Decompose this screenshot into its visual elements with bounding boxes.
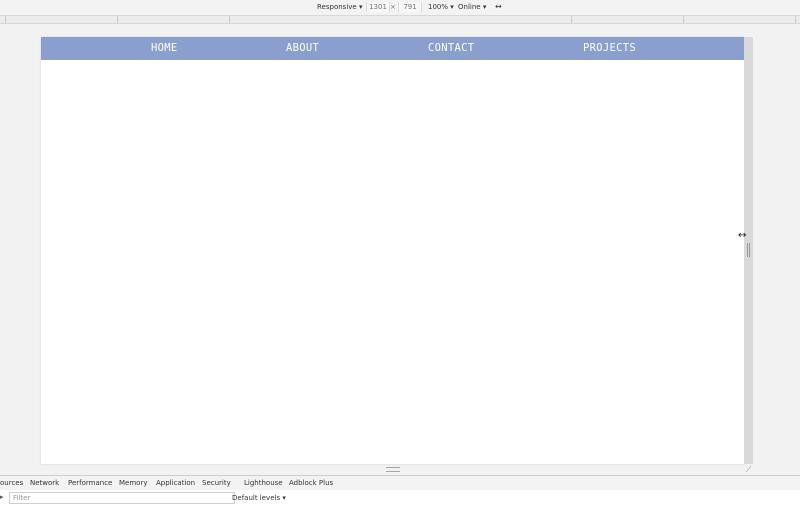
tab-application[interactable]: Application [156,479,195,488]
right-resize-handle[interactable] [744,37,753,464]
throttle-select[interactable]: Online ▾ [458,3,486,12]
tab-sources[interactable]: ources [0,479,23,488]
sidebar-toggle-icon[interactable]: ▸ [0,493,4,502]
tab-lighthouse[interactable]: Lighthouse [244,479,283,488]
nav-link-projects[interactable]: PROJECTS [583,42,636,55]
nav-link-about[interactable]: ABOUT [286,42,319,55]
tab-network[interactable]: Network [30,479,59,488]
zoom-select[interactable]: 100% ▾ [428,3,454,12]
bottom-resize-handle[interactable] [386,467,400,472]
zoom-label: 100% [428,3,449,11]
tab-adblock-plus[interactable]: Adblock Plus [289,479,333,488]
resize-cursor-icon: ↔ [738,230,747,241]
chevron-down-icon: ▾ [282,494,286,502]
chevron-down-icon: ▾ [450,3,454,11]
log-levels-select[interactable]: Default levels ▾ [232,494,286,503]
rotate-icon[interactable]: ↔ [495,2,502,11]
chevron-down-icon: ▾ [358,3,363,11]
dimension-separator: × [390,3,396,11]
ruler-tick [795,16,796,23]
navbar: HOME ABOUT CONTACT PROJECTS [41,37,744,60]
tab-performance[interactable]: Performance [68,479,112,488]
device-mode-select[interactable]: Responsive ▾ [317,3,362,12]
corner-resize-icon[interactable]: ⟋ [744,465,753,474]
tab-memory[interactable]: Memory [119,479,147,488]
ruler-tick [229,16,230,23]
ruler-tick [571,16,572,23]
device-toolbar: Responsive ▾ 1301 × 791 100% ▾ Online ▾ … [0,0,800,16]
ruler-tick [117,16,118,23]
ruler-tick [683,16,684,23]
nav-link-contact[interactable]: CONTACT [428,42,474,55]
devtools-tab-bar: ources Network Performance Memory Applic… [0,475,800,491]
device-mode-label: Responsive [317,3,357,11]
console-filter-input[interactable] [9,492,235,504]
log-levels-label: Default levels [232,494,281,502]
media-query-ruler [0,16,800,24]
nav-link-home[interactable]: HOME [151,42,178,55]
viewport-height-input[interactable]: 791 [398,2,422,12]
grip-icon [747,243,750,257]
tab-security[interactable]: Security [202,479,231,488]
throttle-label: Online [458,3,481,11]
chevron-down-icon: ▾ [482,3,487,11]
console-toolbar: ▸ Default levels ▾ [0,490,800,508]
ruler-tick [5,16,6,23]
viewport-area: HOME ABOUT CONTACT PROJECTS ⟋ ↔ [0,24,800,475]
viewport-width-input[interactable]: 1301 [366,2,390,12]
emulated-page: HOME ABOUT CONTACT PROJECTS [41,37,744,464]
